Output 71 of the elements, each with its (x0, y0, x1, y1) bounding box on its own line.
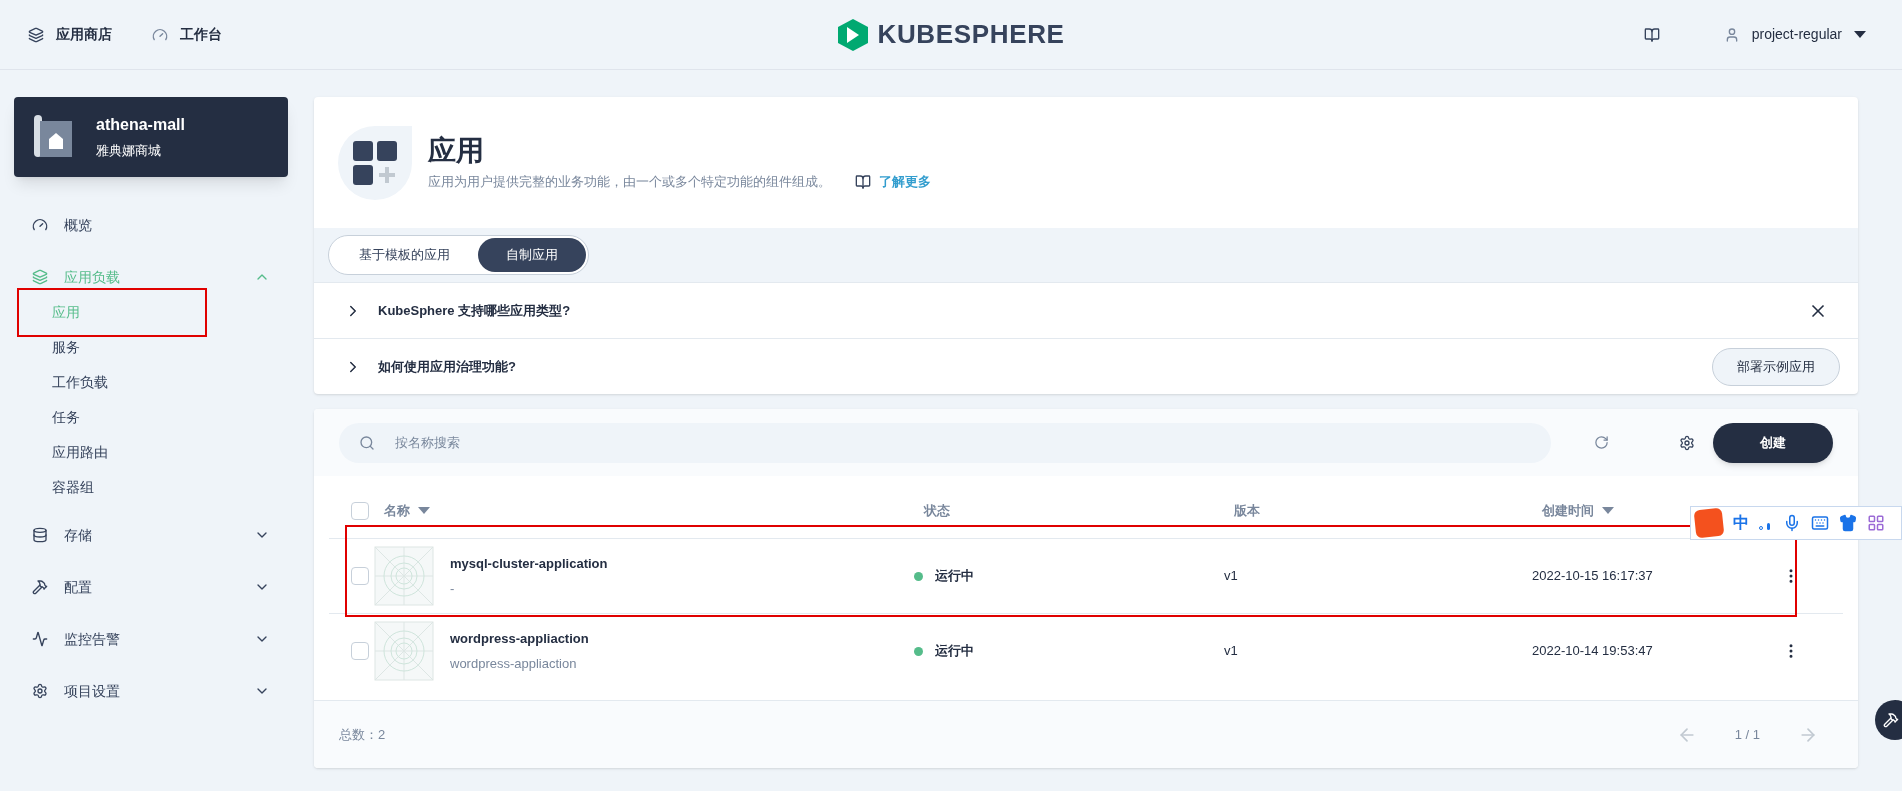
book-icon[interactable] (1643, 26, 1660, 43)
version-cell: v1 (1224, 643, 1238, 659)
deploy-sample-button[interactable]: 部署示例应用 (1712, 347, 1840, 386)
shirt-icon[interactable] (1839, 514, 1857, 532)
nav-icon (32, 579, 48, 595)
app-description: - (450, 580, 456, 598)
sidebar-subitem[interactable]: 应用路由 (14, 435, 288, 470)
sidebar-item[interactable]: 概览 (14, 199, 288, 251)
column-header: 状态 (924, 502, 950, 521)
page-description: 应用为用户提供完整的业务功能，由一个或多个特定功能的组件组成。 (428, 173, 831, 192)
app-placeholder-icon (374, 546, 434, 606)
status-text: 运行中 (935, 567, 974, 586)
ime-logo-icon[interactable] (1693, 507, 1725, 539)
search-icon (359, 434, 375, 451)
total-count: 总数：2 (339, 725, 387, 744)
app-description: wordpress-appliaction (450, 655, 578, 673)
sidebar-item[interactable]: 存储 (14, 509, 288, 561)
topbar-link[interactable]: 应用商店 (28, 24, 112, 45)
logo-text: KUBESPHERE (877, 18, 1065, 51)
sidebar-item[interactable]: 监控告警 (14, 613, 288, 665)
book-icon (855, 174, 871, 190)
topbar-link[interactable]: 工作台 (152, 24, 222, 45)
user-menu[interactable]: project-regular (1723, 24, 1866, 45)
app-name[interactable]: wordpress-appliaction (450, 628, 589, 648)
layers-icon (28, 26, 44, 43)
grid-icon[interactable] (1867, 514, 1885, 532)
column-header[interactable]: 创建时间 (1542, 501, 1594, 521)
project-name: athena-mall (96, 115, 185, 136)
page-indicator: 1 / 1 (1734, 725, 1760, 744)
nav-icon (32, 527, 48, 543)
sidebar-subitem[interactable]: 任务 (14, 400, 288, 435)
status-text: 运行中 (935, 642, 974, 661)
created-time-cell: 2022-10-15 16:17:37 (1532, 568, 1653, 584)
app-placeholder-icon (374, 621, 434, 681)
page-title: 应用 (428, 134, 485, 169)
tab[interactable]: 基于模板的应用 (331, 238, 478, 272)
faq-question[interactable]: KubeSphere 支持哪些应用类型? (378, 300, 1792, 321)
select-all-checkbox[interactable] (351, 502, 369, 520)
sidebar-subitem[interactable]: 服务 (14, 330, 288, 365)
search-field[interactable]: 按名称搜索 (339, 422, 1551, 463)
sidebar-item[interactable]: 配置 (14, 561, 288, 613)
created-time-cell: 2022-10-14 19:53:47 (1532, 643, 1653, 659)
column-header[interactable]: 名称 (384, 501, 410, 521)
version-cell: v1 (1224, 568, 1238, 584)
ime-mode-toggle[interactable]: 中 (1733, 511, 1749, 535)
refresh-icon[interactable] (1593, 434, 1609, 450)
sidebar-subitem[interactable]: 工作负载 (14, 365, 288, 400)
settings-icon[interactable] (1678, 434, 1695, 451)
sort-caret-icon[interactable] (1602, 507, 1614, 515)
nav-icon (32, 631, 48, 647)
sidebar-item[interactable]: 项目设置 (14, 665, 288, 717)
logo-icon (837, 17, 870, 52)
project-icon (34, 115, 72, 159)
nav-icon (32, 217, 48, 233)
sort-caret-icon[interactable] (418, 507, 430, 515)
nav-icon (32, 269, 48, 285)
hammer-icon (1883, 712, 1899, 728)
microphone-icon[interactable] (1783, 514, 1801, 532)
row-checkbox[interactable] (351, 567, 369, 585)
tab[interactable]: 自制应用 (478, 238, 586, 272)
project-alias: 雅典娜商城 (96, 142, 162, 161)
nav-icon (32, 683, 48, 699)
caret-icon (1854, 30, 1866, 39)
row-checkbox[interactable] (351, 642, 369, 660)
gauge-icon (152, 26, 168, 43)
sidebar-subitem[interactable]: 容器组 (14, 470, 288, 505)
column-header: 版本 (1234, 502, 1260, 521)
create-button[interactable]: 创建 (1713, 422, 1833, 463)
app-name[interactable]: mysql-cluster-application (450, 553, 608, 573)
keyboard-icon[interactable] (1811, 514, 1829, 532)
faq-question[interactable]: 如何使用应用治理功能? (378, 356, 1696, 377)
